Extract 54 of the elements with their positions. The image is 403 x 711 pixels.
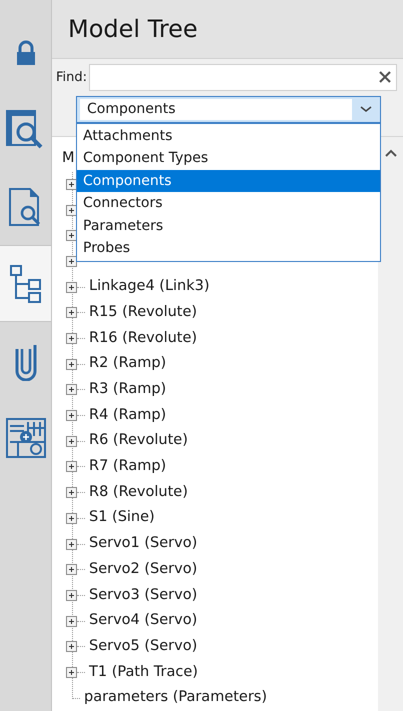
- tree-node[interactable]: R7 (Ramp): [89, 456, 166, 478]
- expand-icon[interactable]: [66, 256, 77, 267]
- tree-icon: [8, 264, 42, 304]
- find-label: Find:: [56, 68, 88, 87]
- sidebar-tab[interactable]: [0, 245, 51, 322]
- tree-node[interactable]: Linkage4 (Link3): [89, 276, 210, 298]
- tree-node[interactable]: T1 (Path Trace): [89, 662, 198, 684]
- expand-icon[interactable]: [66, 641, 77, 652]
- tree-node[interactable]: Servo1 (Servo): [89, 533, 198, 555]
- dropdown-option[interactable]: Probes: [77, 237, 380, 260]
- expand-icon[interactable]: [66, 358, 77, 370]
- tree-node[interactable]: R6 (Revolute): [89, 430, 188, 452]
- tree-node[interactable]: R4 (Ramp): [89, 404, 166, 426]
- expand-icon[interactable]: [66, 333, 77, 344]
- expand-icon[interactable]: [66, 590, 77, 601]
- expand-icon[interactable]: [66, 384, 77, 396]
- expand-icon[interactable]: [66, 538, 77, 550]
- dropdown-option[interactable]: Components: [77, 170, 380, 192]
- scroll-up-icon[interactable]: [384, 148, 396, 157]
- expand-icon[interactable]: [66, 461, 77, 472]
- expand-icon[interactable]: [66, 666, 77, 678]
- lock-icon: [14, 40, 36, 66]
- tree-node[interactable]: R15 (Revolute): [89, 302, 198, 324]
- tree-node[interactable]: R8 (Revolute): [89, 482, 188, 504]
- expand-icon[interactable]: [66, 282, 77, 293]
- dropdown-value: Components: [80, 98, 352, 120]
- expand-icon[interactable]: [66, 410, 77, 422]
- clear-icon[interactable]: [378, 70, 392, 84]
- tree-node[interactable]: R3 (Ramp): [89, 379, 166, 401]
- dropdown-option[interactable]: Component Types: [77, 147, 380, 170]
- expand-icon[interactable]: [66, 204, 77, 216]
- expand-icon[interactable]: [66, 616, 77, 627]
- expand-icon[interactable]: [66, 230, 77, 242]
- expand-icon[interactable]: [66, 487, 77, 498]
- tree-node[interactable]: R2 (Ramp): [89, 353, 166, 376]
- tree-node[interactable]: Servo3 (Servo): [89, 584, 198, 606]
- expand-icon[interactable]: [66, 307, 77, 318]
- expand-icon[interactable]: [66, 564, 77, 576]
- tree-node[interactable]: Servo5 (Servo): [89, 636, 198, 658]
- panel-title: Model Tree: [68, 14, 198, 45]
- expand-icon[interactable]: [66, 512, 77, 524]
- dropdown-option[interactable]: Attachments: [77, 124, 380, 148]
- dropdown-option[interactable]: Parameters: [77, 214, 380, 238]
- tree-node[interactable]: R16 (Revolute): [89, 328, 198, 350]
- tree-node[interactable]: Servo2 (Servo): [89, 558, 198, 581]
- tree-node[interactable]: Servo4 (Servo): [89, 610, 198, 632]
- expand-icon[interactable]: [66, 178, 77, 190]
- tree-node[interactable]: parameters (Parameters): [84, 687, 268, 710]
- grid-icon: [6, 418, 46, 458]
- tree-node[interactable]: S1 (Sine): [89, 507, 155, 530]
- dropdown-option[interactable]: Connectors: [77, 192, 380, 215]
- expand-icon[interactable]: [66, 436, 77, 447]
- find-field[interactable]: [89, 64, 397, 91]
- filter-dropdown[interactable]: Components: [76, 96, 381, 123]
